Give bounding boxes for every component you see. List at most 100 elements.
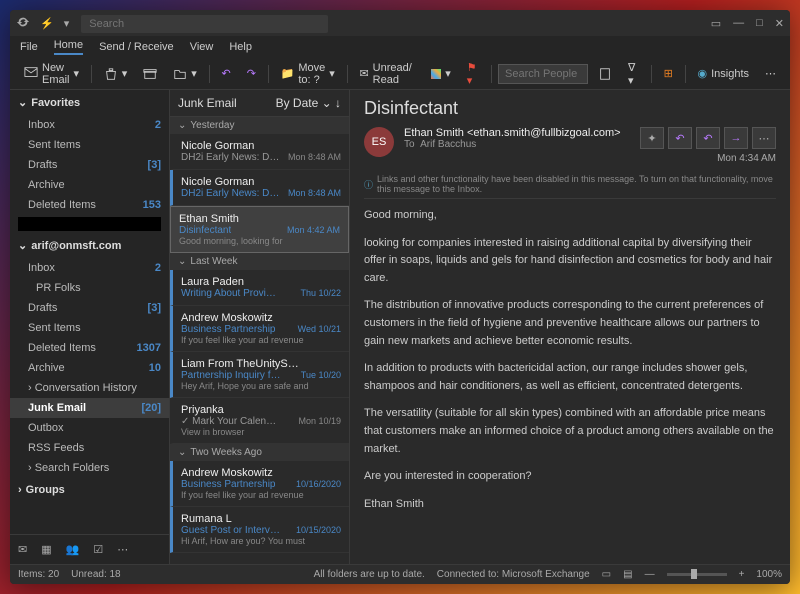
message-item[interactable]: Andrew Moskowitz Business Partnership 10… <box>170 461 349 507</box>
move-button[interactable]: ▾ <box>167 63 203 85</box>
message-group-header[interactable]: ⌄ Last Week <box>170 253 349 270</box>
close-icon[interactable]: ✕ <box>775 17 784 30</box>
message-from: Rumana L <box>181 513 341 525</box>
message-group-header[interactable]: ⌄ Two Weeks Ago <box>170 444 349 461</box>
chevron-down-icon: ⌄ <box>18 96 27 109</box>
message-item[interactable]: Andrew Moskowitz Business Partnership We… <box>170 306 349 352</box>
status-sync: All folders are up to date. <box>314 569 425 580</box>
forward-button[interactable]: → <box>724 127 748 149</box>
account-header[interactable]: ⌄ arif@onmsft.com <box>10 233 169 258</box>
nav-item-drafts[interactable]: Drafts[3] <box>10 298 169 318</box>
body-paragraph: The versatility (suitable for all skin t… <box>364 405 776 458</box>
flag-button[interactable]: ⚑ ▾ <box>461 57 486 91</box>
maximize-icon[interactable]: □ <box>756 17 763 29</box>
more-view-icon[interactable]: ⋯ <box>117 543 128 556</box>
window-app-icon[interactable]: ▭ <box>711 17 721 30</box>
message-item[interactable]: Laura Paden Writing About Providing To… … <box>170 270 349 306</box>
people-view-icon[interactable]: 👥 <box>66 543 80 556</box>
message-date: Tue 10/20 <box>301 370 341 380</box>
menu-home[interactable]: Home <box>54 39 83 55</box>
message-item[interactable]: Rumana L Guest Post or Interview opp… 10… <box>170 507 349 553</box>
sync-icon[interactable] <box>16 15 30 32</box>
navigation-pane: ⌄ Favorites Inbox2Sent ItemsDrafts[3]Arc… <box>10 90 170 564</box>
nav-item-count: 153 <box>143 199 161 211</box>
zoom-in-icon[interactable]: + <box>739 569 745 580</box>
sender-name: Ethan Smith <ethan.smith@fullbizgoal.com… <box>404 127 630 139</box>
status-items: Items: 20 <box>18 569 59 580</box>
nav-item-pr-folks[interactable]: PR Folks <box>10 278 169 298</box>
nav-item-inbox[interactable]: Inbox2 <box>10 258 169 278</box>
unread-read-button[interactable]: ✉ Unread/ Read <box>353 58 421 90</box>
redo-button[interactable]: ↷ <box>241 63 262 84</box>
nav-item-search-folders[interactable]: › Search Folders <box>10 458 169 478</box>
delete-button[interactable]: ▾ <box>98 63 134 85</box>
quick-access-icon[interactable]: ⚡ <box>40 17 54 30</box>
nav-item-rss-feeds[interactable]: RSS Feeds <box>10 438 169 458</box>
nav-item-archive[interactable]: Archive10 <box>10 358 169 378</box>
nav-item-conversation-history[interactable]: › Conversation History <box>10 378 169 398</box>
message-from: Andrew Moskowitz <box>181 467 341 479</box>
status-connection: Connected to: Microsoft Exchange <box>437 569 590 580</box>
nav-item-deleted-items[interactable]: Deleted Items 153 <box>10 195 169 215</box>
message-preview: View in browser <box>181 427 341 437</box>
view-reading-icon[interactable]: ▤ <box>623 569 632 580</box>
categorize-button[interactable]: ▾ <box>425 63 457 84</box>
like-button[interactable]: ✦ <box>640 127 664 149</box>
menu-send-receive[interactable]: Send / Receive <box>99 41 174 53</box>
mail-view-icon[interactable]: ✉ <box>18 543 27 556</box>
groups-header[interactable]: › Groups <box>10 478 169 502</box>
message-item[interactable]: Nicole Gorman DH2i Early News: DxOdyssey… <box>170 134 349 170</box>
nav-item-deleted-items[interactable]: Deleted Items1307 <box>10 338 169 358</box>
message-date: Mon 8:48 AM <box>288 152 341 162</box>
nav-item-inbox[interactable]: Inbox2 <box>10 115 169 135</box>
insights-button[interactable]: ◉ Insights <box>692 63 756 84</box>
reply-all-button[interactable]: ↶ <box>696 127 720 149</box>
more-actions-button[interactable]: ⋯ <box>752 127 776 149</box>
nav-item-outbox[interactable]: Outbox <box>10 418 169 438</box>
addins-button[interactable]: ⊞ <box>658 63 679 84</box>
nav-item-sent-items[interactable]: Sent Items <box>10 135 169 155</box>
menu-view[interactable]: View <box>190 41 214 53</box>
message-date: Mon 10/19 <box>298 416 341 426</box>
calendar-view-icon[interactable]: ▦ <box>41 543 51 556</box>
nav-item-junk-email[interactable]: Junk Email[20] <box>10 398 169 418</box>
archive-button[interactable] <box>137 63 163 85</box>
zoom-slider[interactable] <box>667 573 727 576</box>
message-item[interactable]: Liam From TheUnityS… Partnership Inquiry… <box>170 352 349 398</box>
search-input[interactable] <box>81 15 328 33</box>
tasks-view-icon[interactable]: ☑ <box>93 543 103 556</box>
nav-item-label: Sent Items <box>28 139 81 151</box>
nav-item-label: Deleted Items <box>28 342 96 354</box>
message-group-header[interactable]: ⌄ Yesterday <box>170 117 349 134</box>
more-button[interactable]: ⋯ <box>759 63 782 84</box>
nav-item-drafts[interactable]: Drafts[3] <box>10 155 169 175</box>
message-body: Good morning,looking for companies inter… <box>364 207 776 523</box>
menu-help[interactable]: Help <box>229 41 252 53</box>
favorites-header[interactable]: ⌄ Favorites <box>10 90 169 115</box>
body-paragraph: Ethan Smith <box>364 496 776 514</box>
sort-button[interactable]: By Date ⌄ ↓ <box>276 96 341 110</box>
message-item[interactable]: Ethan Smith Disinfectant Mon 4:42 AM Goo… <box>170 206 349 253</box>
reply-button[interactable]: ↶ <box>668 127 692 149</box>
nav-item-sent-items[interactable]: Sent Items <box>10 318 169 338</box>
search-people-input[interactable] <box>498 64 588 84</box>
dropdown-icon[interactable]: ▾ <box>64 17 70 30</box>
move-to-button[interactable]: 📁 Move to: ? ▾ <box>275 58 341 90</box>
new-email-button[interactable]: New Email ▾ <box>18 58 85 90</box>
menu-file[interactable]: File <box>20 41 38 53</box>
body-paragraph: Are you interested in cooperation? <box>364 468 776 486</box>
message-preview: Hey Arif, Hope you are safe and <box>181 381 341 391</box>
message-item[interactable]: Nicole Gorman DH2i Early News: DxOdysse…… <box>170 170 349 206</box>
view-normal-icon[interactable]: ▭ <box>602 569 611 580</box>
zoom-out-icon[interactable]: — <box>645 569 655 580</box>
undo-button[interactable]: ↶ <box>215 63 236 84</box>
nav-item-label: Inbox <box>28 262 55 274</box>
message-from: Andrew Moskowitz <box>181 312 341 324</box>
nav-item-archive[interactable]: Archive <box>10 175 169 195</box>
nav-item-label: Deleted Items <box>28 199 96 211</box>
address-book-button[interactable] <box>592 63 618 85</box>
nav-item-label: Drafts <box>28 159 57 171</box>
minimize-icon[interactable]: — <box>733 17 744 29</box>
message-item[interactable]: Priyanka ✓ Mark Your Calendars to M… Mon… <box>170 398 349 444</box>
filter-button[interactable]: ∇ ▾ <box>622 57 645 91</box>
